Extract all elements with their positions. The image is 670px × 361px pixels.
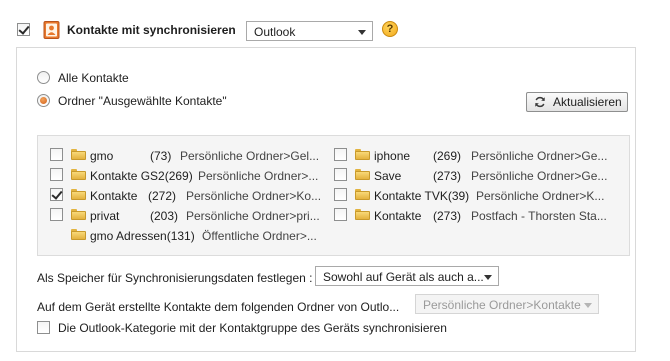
chevron-down-icon — [484, 275, 492, 280]
folder-name: Save — [374, 169, 402, 183]
source-dropdown-value: Outlook — [254, 25, 296, 39]
folder-path: Persönliche Ordner>pri... — [186, 209, 320, 223]
contacts-book-icon — [43, 21, 60, 39]
storage-label: Als Speicher für Synchronisierungsdaten … — [37, 271, 313, 285]
folder-path: Persönliche Ordner>... — [198, 169, 319, 183]
folder-checkbox[interactable] — [334, 168, 347, 181]
storage-dropdown-value: Sowohl auf Gerät als auch a... — [323, 270, 484, 284]
folder-icon — [71, 189, 86, 200]
folder-count: (73) — [150, 149, 172, 163]
folder-path: Öffentliche Ordner>... — [202, 229, 317, 243]
sync-contacts-title: Kontakte mit synchronisieren — [67, 23, 236, 37]
folder-checkbox[interactable] — [334, 188, 347, 201]
folder-name: privat — [90, 209, 120, 223]
folder-path: Persönliche Ordner>Ge... — [471, 169, 608, 183]
target-folder-label: Auf dem Gerät erstellte Kontakte dem fol… — [37, 300, 400, 314]
all-contacts-radio[interactable] — [37, 71, 50, 84]
target-folder-dropdown-value: Persönliche Ordner>Kontakte — [423, 298, 581, 312]
folder-name: gmo Adressen(131) — [90, 229, 195, 243]
folder-checkbox[interactable] — [50, 148, 63, 161]
folder-path: Persönliche Ordner>Gel... — [180, 149, 320, 163]
selected-folder-radio[interactable] — [37, 94, 50, 107]
folder-count: (272) — [148, 189, 177, 203]
folder-name: Kontakte — [90, 189, 138, 203]
sync-contacts-checkbox[interactable] — [17, 23, 30, 36]
chevron-down-icon — [358, 30, 366, 35]
folder-checkbox[interactable] — [50, 188, 63, 201]
folder-name: gmo — [90, 149, 114, 163]
folder-count: (273) — [433, 169, 462, 183]
folder-path: Persönliche Ordner>K... — [476, 189, 605, 203]
folder-name: iphone — [374, 149, 411, 163]
folder-icon — [71, 229, 86, 240]
selected-folder-label: Ordner "Ausgewählte Kontakte" — [58, 94, 227, 108]
chevron-down-icon — [584, 303, 592, 308]
folder-name: Kontakte TVK(39) — [374, 189, 470, 203]
folder-icon — [71, 209, 86, 220]
refresh-icon — [534, 96, 546, 108]
folder-name: Kontakte GS2(269) — [90, 169, 193, 183]
folder-count: (203) — [150, 209, 179, 223]
all-contacts-label: Alle Kontakte — [58, 71, 129, 85]
folder-checkbox[interactable] — [334, 208, 347, 221]
category-sync-label: Die Outlook-Kategorie mit der Kontaktgru… — [58, 321, 447, 335]
folder-count: (269) — [433, 149, 462, 163]
help-icon[interactable]: ? — [382, 21, 398, 37]
folder-icon — [355, 209, 370, 220]
folder-icon — [355, 189, 370, 200]
folder-icon — [355, 169, 370, 180]
storage-dropdown[interactable]: Sowohl auf Gerät als auch a... — [315, 266, 499, 286]
refresh-button-label: Aktualisieren — [553, 95, 622, 109]
folder-name: Kontakte — [374, 209, 422, 223]
folder-icon — [71, 169, 86, 180]
refresh-button[interactable]: Aktualisieren — [526, 92, 628, 112]
folder-count: (273) — [433, 209, 462, 223]
folder-path: Postfach - Thorsten Sta... — [471, 209, 607, 223]
folder-icon — [71, 149, 86, 160]
target-folder-dropdown[interactable]: Persönliche Ordner>Kontakte — [415, 294, 599, 314]
category-sync-checkbox[interactable] — [37, 321, 50, 334]
folder-checkbox[interactable] — [50, 208, 63, 221]
folder-icon — [355, 149, 370, 160]
folder-path: Persönliche Ordner>Ko... — [186, 189, 322, 203]
help-glyph: ? — [386, 23, 394, 35]
folder-checkbox[interactable] — [50, 168, 63, 181]
folder-path: Persönliche Ordner>Ge... — [471, 149, 608, 163]
source-dropdown[interactable]: Outlook — [246, 21, 373, 41]
folder-checkbox[interactable] — [334, 148, 347, 161]
